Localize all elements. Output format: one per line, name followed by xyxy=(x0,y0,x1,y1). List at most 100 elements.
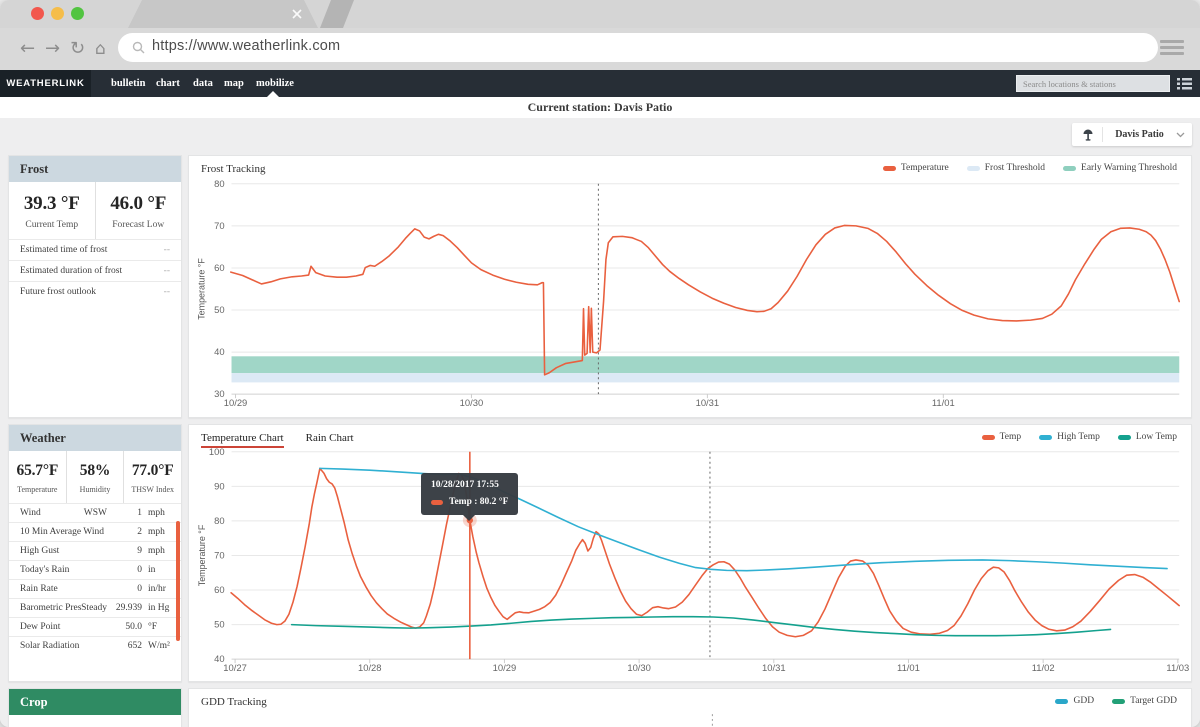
legend-label: Early Warning Threshold xyxy=(1081,163,1177,173)
svg-text:10/27: 10/27 xyxy=(223,662,247,673)
window-zoom-button[interactable] xyxy=(71,7,84,20)
chart-tabs: Temperature Chart Rain Chart xyxy=(201,432,354,448)
legend-swatch xyxy=(1112,699,1125,704)
row-label: Barometric Pressure xyxy=(20,603,81,613)
station-search-input[interactable] xyxy=(1016,75,1170,92)
legend-label: Temperature xyxy=(901,163,949,173)
refresh-button[interactable]: ↻ xyxy=(70,35,85,63)
weather-station-icon xyxy=(1081,128,1095,142)
weather-panel-header[interactable]: Weather xyxy=(9,425,181,451)
search-icon xyxy=(132,41,145,54)
svg-text:11/03: 11/03 xyxy=(1166,662,1189,673)
temperature-label: Temperature xyxy=(9,485,66,494)
legend-swatch xyxy=(967,166,980,171)
weather-stats: 65.7°F Temperature 58% Humidity 77.0°F T… xyxy=(9,451,181,503)
legend-item[interactable]: Temperature xyxy=(883,163,949,173)
svg-text:80: 80 xyxy=(214,515,224,526)
table-row: High Gust 9 mph xyxy=(9,541,181,560)
tab-close-icon[interactable] xyxy=(292,9,302,19)
browser-tab[interactable] xyxy=(128,0,318,28)
frost-panel-header[interactable]: Frost xyxy=(9,156,181,182)
thsw-stat: 77.0°F THSW Index xyxy=(123,451,181,503)
temperature-chart[interactable]: 40506070809010010/2710/2810/2910/3010/31… xyxy=(189,425,1191,681)
window-minimize-button[interactable] xyxy=(51,7,64,20)
table-row: Rain Rate 0 in/hr xyxy=(9,579,181,598)
svg-text:10/31: 10/31 xyxy=(696,397,720,408)
back-button[interactable]: ← xyxy=(20,35,35,63)
table-row: Solar Radiation 652 W/m² xyxy=(9,636,181,655)
row-label: Estimated duration of frost xyxy=(20,266,122,276)
temperature-value: 65.7°F xyxy=(9,462,66,480)
svg-text:11/02: 11/02 xyxy=(1032,662,1055,673)
window-close-button[interactable] xyxy=(31,7,44,20)
table-row: Dew Point 50.0 °F xyxy=(9,617,181,636)
humidity-stat: 58% Humidity xyxy=(66,451,124,503)
forecast-low-stat: 46.0 °F Forecast Low xyxy=(95,182,182,239)
nav-item-bulletin[interactable]: bulletin xyxy=(111,70,145,97)
weatherlink-logo[interactable]: WEATHERLINK xyxy=(0,70,91,97)
legend-item[interactable]: Temp xyxy=(982,432,1022,442)
chart-title: Frost Tracking xyxy=(201,163,266,175)
svg-text:10/31: 10/31 xyxy=(762,662,786,673)
row-label: 10 Min Average Wind xyxy=(20,527,107,537)
panel-scrollbar[interactable] xyxy=(176,521,180,641)
legend-item[interactable]: Early Warning Threshold xyxy=(1063,163,1177,173)
station-selector[interactable]: Davis Patio xyxy=(1072,123,1192,146)
legend-item[interactable]: Low Temp xyxy=(1118,432,1177,442)
forward-button[interactable]: → xyxy=(45,35,60,63)
forecast-low-value: 46.0 °F xyxy=(96,193,182,215)
url-text: https://www.weatherlink.com xyxy=(152,38,340,54)
row-label: Rain Rate xyxy=(20,584,107,594)
legend-item[interactable]: High Temp xyxy=(1039,432,1100,442)
forecast-low-label: Forecast Low xyxy=(96,220,182,230)
crop-panel-header[interactable]: Crop xyxy=(9,689,181,715)
home-button[interactable]: ⌂ xyxy=(95,35,106,63)
row-label: High Gust xyxy=(20,546,107,556)
dashboard-page: Davis Patio Frost 39.3 °F Current Temp 4… xyxy=(0,118,1200,727)
row-unit: W/m² xyxy=(148,641,174,651)
nav-item-chart[interactable]: chart xyxy=(156,70,180,97)
row-value: 652 xyxy=(112,641,142,651)
svg-text:10/30: 10/30 xyxy=(627,662,651,673)
table-row: Today's Rain 0 in xyxy=(9,560,181,579)
svg-text:10/30: 10/30 xyxy=(460,397,484,408)
legend-swatch xyxy=(1055,699,1068,704)
legend-swatch xyxy=(1118,435,1131,440)
table-row: 10 Min Average Wind 2 mph xyxy=(9,522,181,541)
svg-text:11/01: 11/01 xyxy=(932,397,955,408)
row-unit: °F xyxy=(148,622,174,632)
row-label: Wind xyxy=(20,508,84,518)
tab-rain-chart[interactable]: Rain Chart xyxy=(306,432,354,448)
frost-row: Estimated time of frost -- xyxy=(9,239,181,260)
row-label: Dew Point xyxy=(20,622,107,632)
legend-item[interactable]: Frost Threshold xyxy=(967,163,1045,173)
nav-item-data[interactable]: data xyxy=(193,70,213,97)
browser-menu-icon[interactable] xyxy=(1160,40,1184,58)
row-value: -- xyxy=(164,266,170,276)
legend-label: Low Temp xyxy=(1136,432,1177,442)
tab-temperature-chart[interactable]: Temperature Chart xyxy=(201,432,284,448)
humidity-label: Humidity xyxy=(67,485,124,494)
station-list-icon[interactable] xyxy=(1177,77,1192,90)
address-bar[interactable]: https://www.weatherlink.com xyxy=(118,33,1158,62)
legend-swatch xyxy=(1039,435,1052,440)
background-tab[interactable] xyxy=(320,0,354,28)
browser-toolbar: ← → ↻ ⌂ https://www.weatherlink.com xyxy=(0,28,1200,71)
legend-item[interactable]: Target GDD xyxy=(1112,696,1177,706)
legend-item[interactable]: GDD xyxy=(1055,696,1094,706)
svg-text:10/28: 10/28 xyxy=(358,662,382,673)
legend-label: Target GDD xyxy=(1130,696,1177,706)
row-unit: mph xyxy=(148,508,174,518)
svg-text:70: 70 xyxy=(214,220,224,231)
row-label: Estimated time of frost xyxy=(20,245,107,255)
gdd-tracking-chart[interactable] xyxy=(189,689,1191,727)
row-unit: in xyxy=(148,565,174,575)
svg-text:Temperature °F: Temperature °F xyxy=(197,258,207,320)
frost-tracking-chart[interactable]: 30405060708010/2910/3010/3111/01Temperat… xyxy=(189,156,1191,417)
temperature-chart-card: Temperature Chart Rain Chart Temp High T… xyxy=(188,424,1192,682)
table-row: Wind WSW 1 mph xyxy=(9,503,181,522)
chart-legend: GDD Target GDD xyxy=(1055,696,1177,706)
nav-item-map[interactable]: map xyxy=(224,70,244,97)
row-label: Solar Radiation xyxy=(20,641,107,651)
row-value: 9 xyxy=(112,546,142,556)
